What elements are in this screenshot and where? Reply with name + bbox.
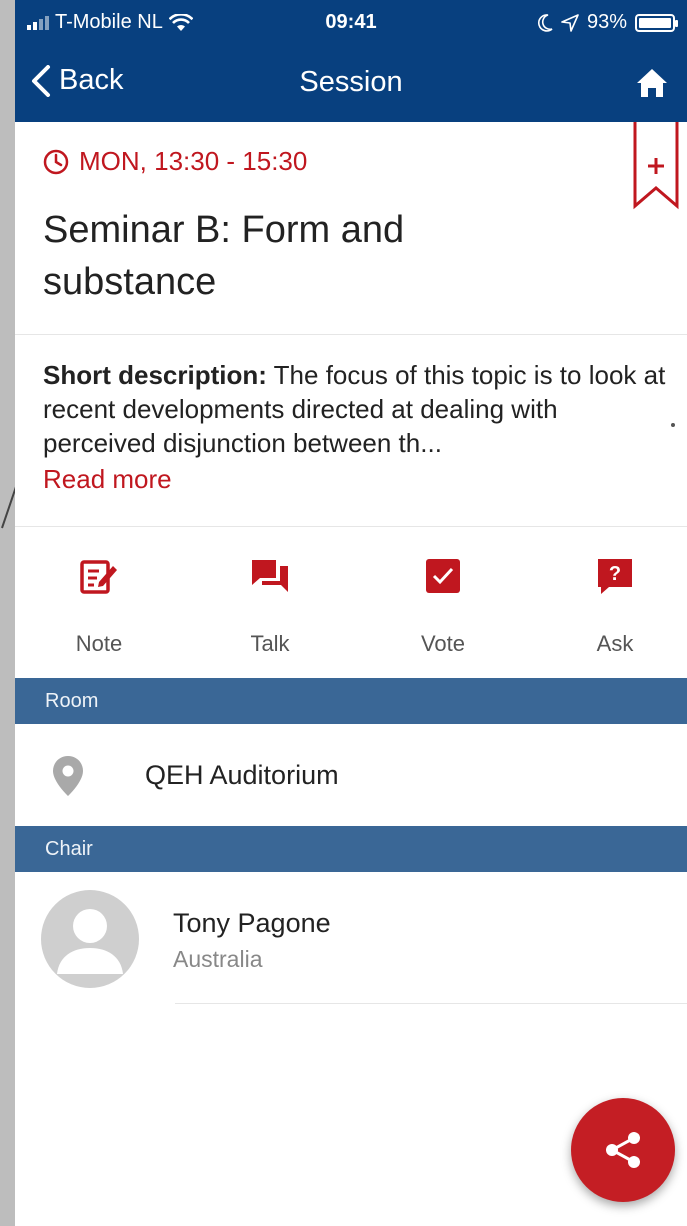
action-label: Ask [596, 631, 634, 656]
nav-bar: Back Session [15, 44, 687, 122]
description-section: Short description: The focus of this top… [15, 334, 687, 527]
action-bar: Note Talk Vote ? Ask [15, 526, 687, 678]
session-description: Short description: The focus of this top… [43, 358, 673, 460]
battery-icon [635, 13, 678, 32]
read-more-link[interactable]: Read more [43, 464, 172, 495]
talk-button[interactable]: Talk [210, 556, 330, 657]
note-button[interactable]: Note [39, 556, 159, 657]
checkbox-icon [426, 559, 460, 593]
chair-country: Australia [173, 946, 263, 972]
room-row[interactable]: QEH Auditorium [15, 724, 687, 827]
session-time: MON, 13:30 - 15:30 [43, 146, 307, 177]
home-icon[interactable] [635, 66, 669, 100]
person-icon [57, 909, 123, 974]
ask-button[interactable]: ? Ask [555, 556, 675, 657]
clock-icon [43, 149, 69, 174]
description-label: Short description: [43, 360, 267, 390]
action-label: Vote [420, 631, 466, 656]
action-label: Talk [250, 631, 290, 656]
chair-row[interactable]: Tony Pagone Australia [15, 872, 687, 1004]
svg-text:?: ? [609, 563, 621, 585]
location-pin-icon [53, 756, 83, 796]
decorative-dot [671, 423, 675, 427]
room-name: QEH Auditorium [145, 760, 339, 790]
share-button[interactable] [571, 1098, 675, 1202]
question-icon: ? [598, 559, 632, 594]
bookmark-add-icon[interactable] [633, 122, 679, 210]
location-arrow-icon [561, 13, 579, 32]
divider [175, 1003, 687, 1004]
vote-button[interactable]: Vote [383, 556, 503, 657]
session-header: MON, 13:30 - 15:30 Seminar B: Form and s… [15, 122, 687, 335]
status-right: 93% [537, 11, 678, 34]
chair-name: Tony Pagone [173, 908, 331, 938]
avatar [41, 890, 139, 988]
note-edit-icon [80, 560, 117, 594]
phone-screen: T-Mobile NL 09:41 93% Back Session MON, … [15, 0, 687, 1226]
action-label: Note [75, 631, 123, 656]
status-bar: T-Mobile NL 09:41 93% [15, 0, 687, 44]
room-section-header: Room [15, 678, 687, 724]
nav-title: Session [299, 66, 403, 98]
share-icon [606, 1132, 640, 1168]
battery-percent: 93% [586, 11, 627, 33]
session-title: Seminar B: Form and substance [43, 209, 405, 303]
moon-icon [537, 13, 553, 32]
chat-icon [252, 560, 288, 592]
chair-section-header: Chair [15, 826, 687, 872]
session-time-label: MON, 13:30 - 15:30 [79, 146, 308, 176]
